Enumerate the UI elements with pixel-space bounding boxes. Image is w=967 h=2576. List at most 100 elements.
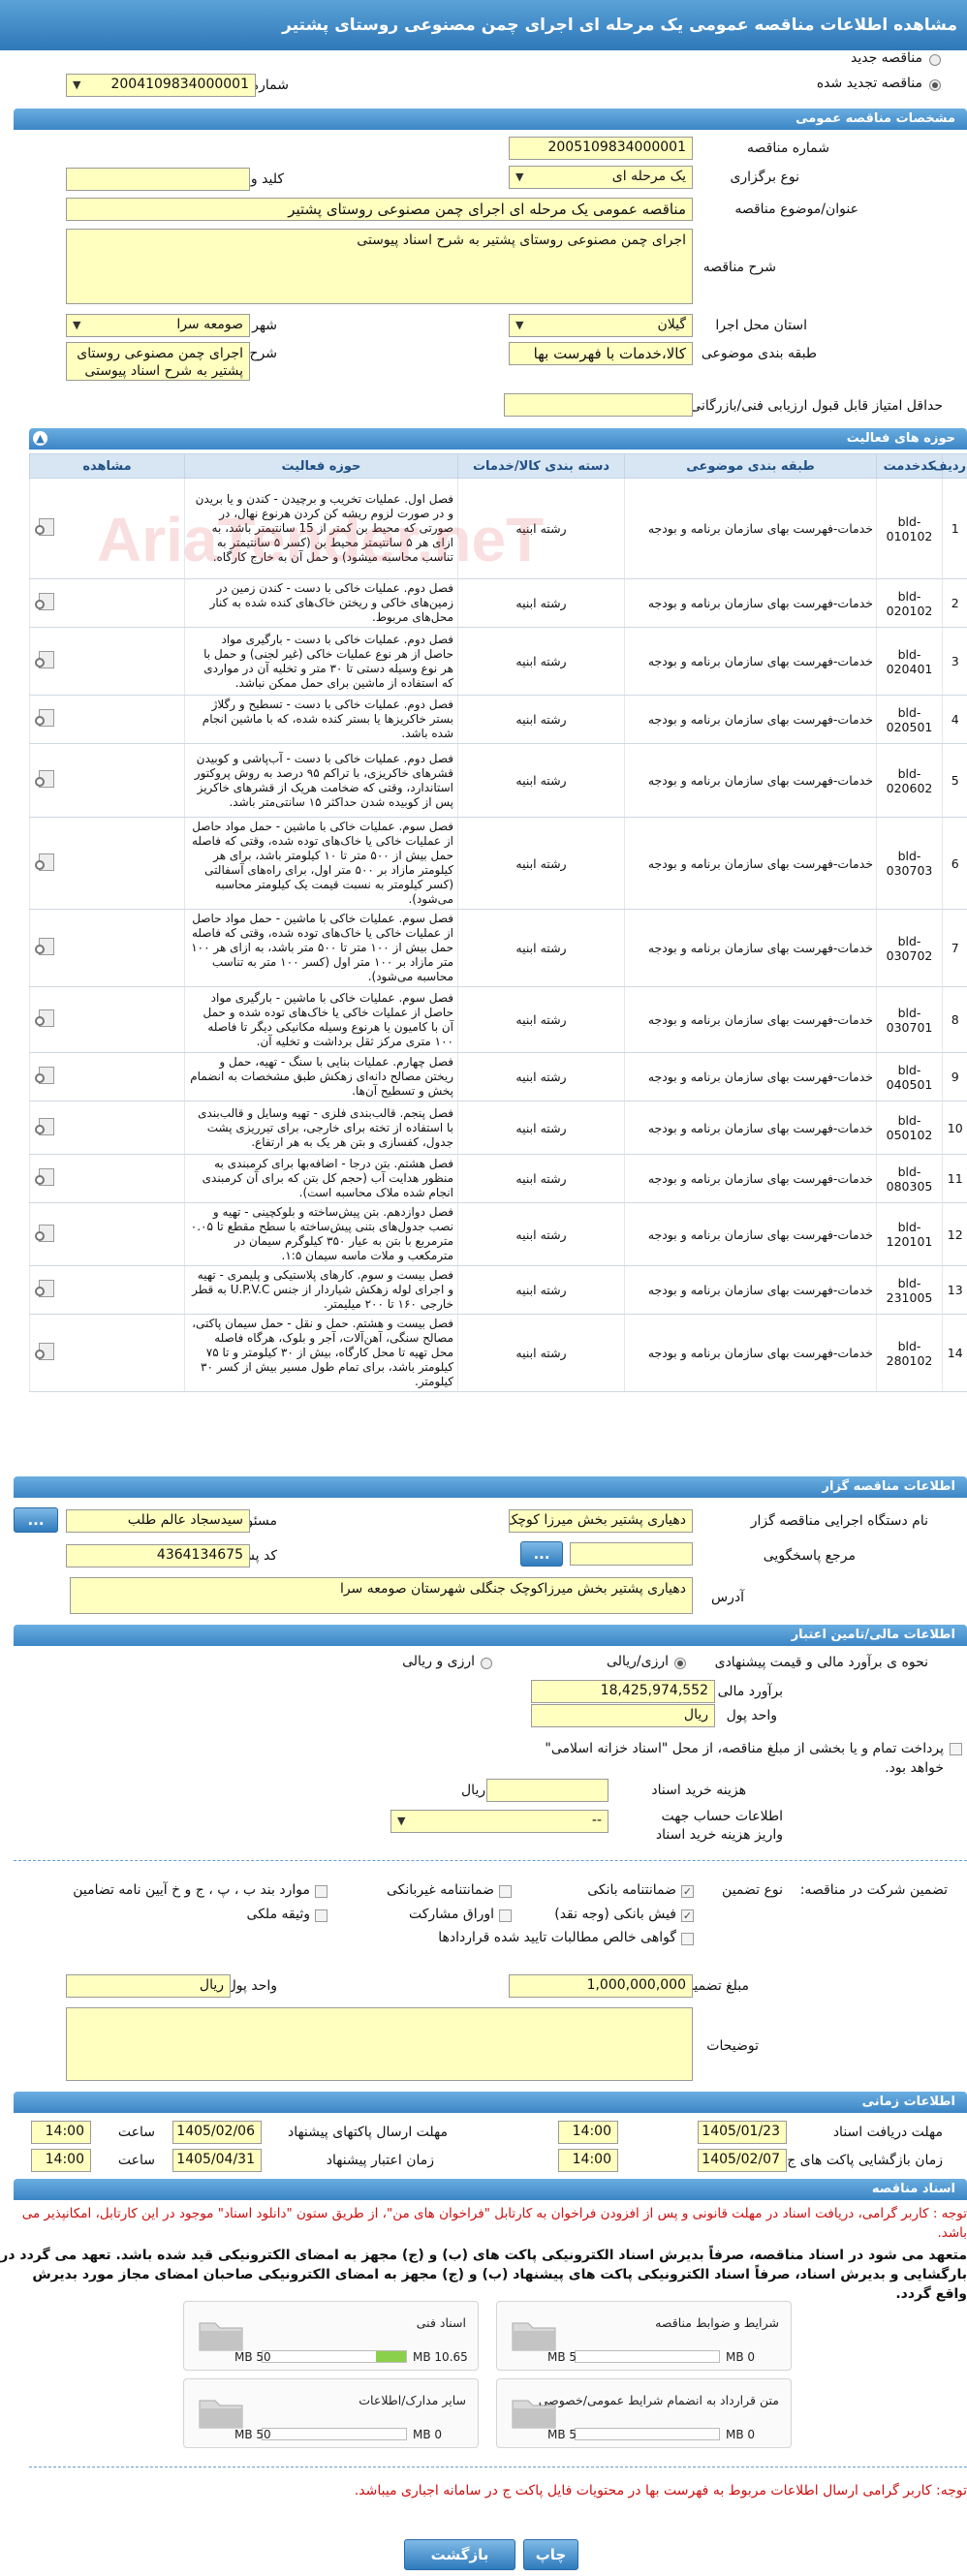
column-header[interactable]: ردیف — [932, 453, 967, 479]
guarantee-unit-label: واحد پول — [226, 1978, 277, 1994]
document-name: شرایط و ضوابط مناقصه — [655, 2315, 779, 2330]
holding-type-value: یک مرحله ای — [611, 169, 686, 184]
city-select[interactable]: صومعه سرا ▼ — [66, 314, 250, 337]
description-field: اجرای چمن مصنوعی روستای پشتیر به شرح اسن… — [66, 229, 693, 304]
column-header[interactable]: حوزه فعالیت — [184, 453, 458, 479]
documents-note: توجه : کاربر گرامی، دریافت اسناد در مهلت… — [21, 2206, 967, 2241]
view-cell — [29, 1314, 185, 1392]
collapse-icon[interactable]: ▲ — [33, 431, 47, 446]
group-cell: رشته ابنیه — [457, 1101, 625, 1155]
city-value: صومعه سرا — [176, 317, 243, 332]
section-financial-title: اطلاعات مالی/تامین اعتبار — [791, 1628, 955, 1642]
guarantee-option-label: اوراق مشارکت — [408, 1907, 494, 1922]
guarantee-option-checkbox[interactable] — [315, 1909, 328, 1922]
guarantee-option-checkbox[interactable]: ✓ — [681, 1909, 694, 1922]
view-document-icon[interactable] — [33, 707, 60, 729]
table-row: 8 bld-030701 خدمات-فهرست بهای سازمان برنام… — [29, 986, 967, 1053]
holding-type-select[interactable]: یک مرحله ای ▼ — [509, 166, 693, 189]
view-document-icon[interactable] — [33, 1008, 60, 1029]
service-code: bld-020102 — [876, 578, 943, 628]
view-document-icon[interactable] — [33, 852, 60, 873]
document-max-size: 50 MB — [234, 2428, 271, 2441]
column-header[interactable]: دسته بندی کالا/خدمات — [457, 453, 625, 479]
radio-renewed-label: مناقصه تجدید شده — [816, 76, 922, 91]
category-label: طبقه بندی موضوعی — [701, 346, 817, 361]
chevron-down-icon: ▼ — [515, 171, 524, 183]
column-header[interactable]: طبقه بندی موضوعی — [624, 453, 877, 479]
row-number: 1 — [942, 478, 967, 579]
radio-renewed-tender[interactable] — [929, 79, 941, 91]
document-card[interactable]: شرایط و ضوابط مناقصه 0 MB 5 MB — [496, 2301, 792, 2371]
province-select[interactable]: گیلان ▼ — [509, 314, 693, 337]
view-cell — [29, 1265, 185, 1315]
view-document-icon[interactable] — [33, 649, 60, 670]
send-deadline-label: مهلت ارسال پاکتهای پیشنهاد — [287, 2125, 448, 2140]
row-number: 8 — [942, 986, 967, 1053]
column-header[interactable]: مشاهده — [29, 453, 185, 479]
group-cell: رشته ابنیه — [457, 1314, 625, 1392]
document-size: 0 MB — [726, 2428, 756, 2441]
view-cell — [29, 695, 185, 744]
guarantee-option-label: موارد بند ب ، پ ، ج و خ آیین نامه تضامین — [73, 1882, 310, 1898]
view-cell — [29, 578, 185, 628]
guarantee-option-checkbox[interactable] — [681, 1933, 694, 1945]
view-document-icon[interactable] — [33, 768, 60, 790]
view-document-icon[interactable] — [33, 1278, 60, 1299]
table-row: 10 bld-050102 خدمات-فهرست بهای سازمان برنا… — [29, 1101, 967, 1155]
row-number: 14 — [942, 1314, 967, 1392]
keyword-input[interactable] — [66, 168, 250, 191]
guarantee-option-checkbox[interactable] — [499, 1885, 512, 1898]
prev-number-select[interactable]: 2004109834000001 ▼ — [66, 74, 256, 97]
document-size: 0 MB — [413, 2428, 443, 2441]
radio-rial[interactable] — [674, 1658, 686, 1669]
chevron-down-icon: ▼ — [397, 1815, 406, 1827]
view-cell — [29, 909, 185, 987]
document-card[interactable]: متن قرارداد به انضمام شرایط عمومی/خصوصی 0… — [496, 2378, 792, 2448]
category-cell: خدمات-فهرست بهای سازمان برنامه و بودجه — [624, 817, 877, 910]
view-document-icon[interactable] — [33, 1116, 60, 1137]
subject-field: مناقصه عمومی یک مرحله ای اجرای چمن مصنوع… — [66, 198, 693, 221]
document-card[interactable]: اسناد فنی 10.65 MB 50 MB — [183, 2301, 479, 2371]
validity-time-field: 14:00 — [31, 2149, 91, 2172]
treasury-checkbox[interactable] — [950, 1743, 962, 1755]
guarantee-option-checkbox[interactable] — [315, 1885, 328, 1898]
account-select[interactable]: -- ▼ — [390, 1810, 608, 1833]
back-button[interactable]: بازگشت — [404, 2539, 515, 2570]
treasury-text: پرداخت تمام و یا بخشی از مبلغ مناقصه، از… — [545, 1741, 944, 1776]
upload-progress-bar — [575, 2350, 720, 2363]
document-card[interactable]: سایر مدارک/اطلاعات 0 MB 50 MB — [183, 2378, 479, 2448]
view-document-icon[interactable] — [33, 516, 60, 538]
responsible-lookup-button[interactable]: ... — [14, 1507, 58, 1533]
service-code: bld-231005 — [876, 1265, 943, 1315]
view-document-icon[interactable] — [33, 591, 60, 612]
radio-new-tender[interactable] — [929, 54, 941, 66]
table-row: 5 bld-020602 خدمات-فهرست بهای سازمان برنام… — [29, 743, 967, 818]
doc-cost-field — [486, 1779, 608, 1802]
activity-description: فصل دوم. عملیات خاکی با دست - بارگیری مو… — [184, 627, 458, 696]
unit-label: واحد پول — [726, 1708, 777, 1723]
reference-label: مرجع پاسخگویی — [763, 1548, 856, 1564]
section-documents-header: اسناد مناقصه — [14, 2179, 967, 2200]
radio-rial-foreign[interactable] — [481, 1658, 492, 1669]
category-cell: خدمات-فهرست بهای سازمان برنامه و بودجه — [624, 909, 877, 987]
print-button[interactable]: چاپ — [523, 2539, 578, 2570]
document-max-size: 50 MB — [234, 2350, 271, 2364]
account-label: اطلاعات حساب جهت واریز هزینه خرید اسناد — [655, 1809, 783, 1843]
view-document-icon[interactable] — [33, 1223, 60, 1244]
notes-label: توضیحات — [706, 2038, 759, 2054]
column-header[interactable]: کدخدمت — [876, 453, 943, 479]
view-document-icon[interactable] — [33, 1065, 60, 1086]
view-cell — [29, 1101, 185, 1155]
subject-label: عنوان/موضوع مناقصه — [734, 202, 858, 217]
view-document-icon[interactable] — [33, 1166, 60, 1188]
view-document-icon[interactable] — [33, 936, 60, 957]
province-label: استان محل اجرا — [715, 318, 807, 333]
guarantee-option-checkbox[interactable] — [499, 1909, 512, 1922]
view-document-icon[interactable] — [33, 1341, 60, 1362]
reference-lookup-button[interactable]: ... — [520, 1541, 563, 1567]
document-name: متن قرارداد به انضمام شرایط عمومی/خصوصی — [538, 2393, 779, 2407]
category-cell: خدمات-فهرست بهای سازمان برنامه و بودجه — [624, 743, 877, 818]
view-cell — [29, 627, 185, 696]
guarantee-option-checkbox[interactable]: ✓ — [681, 1885, 694, 1898]
guarantee-option-label: ضمانتنامه غیربانکی — [386, 1882, 494, 1898]
